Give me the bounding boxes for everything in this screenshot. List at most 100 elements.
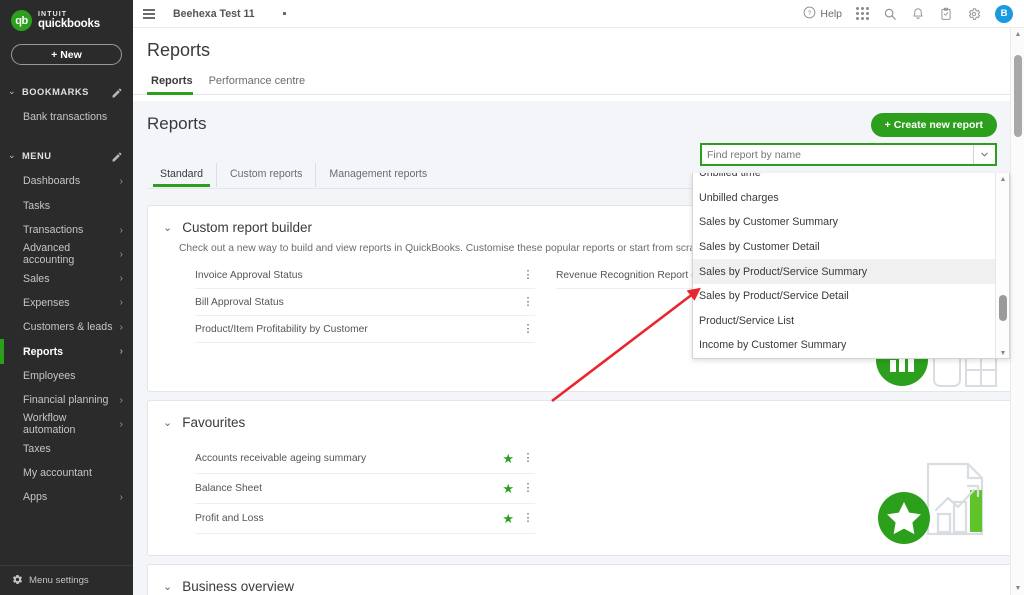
avatar[interactable]: B (995, 4, 1013, 23)
sidebar-item-expenses[interactable]: Expenses › (0, 291, 133, 315)
tab-custom-reports[interactable]: Custom reports (217, 163, 317, 187)
table-row[interactable]: Profit and Loss ★ ⋮ (195, 504, 535, 534)
tab-standard[interactable]: Standard (147, 163, 217, 187)
chevron-down-icon[interactable]: ⌄ (163, 221, 172, 234)
edit-pencil-icon[interactable] (111, 86, 123, 98)
table-row[interactable]: Invoice Approval Status ⋮ (195, 262, 535, 289)
report-name: Bill Approval Status (195, 296, 284, 308)
sidebar-item-transactions[interactable]: Transactions › (0, 218, 133, 242)
report-name: Product/Item Profitability by Customer (195, 323, 368, 335)
sidebar-item-label: Bank transactions (23, 111, 108, 124)
bell-icon[interactable] (911, 7, 925, 21)
row-menu-icon[interactable]: ⋮ (521, 513, 535, 524)
table-row[interactable]: Bill Approval Status ⋮ (195, 289, 535, 316)
dropdown-option-product-service-list[interactable]: Product/Service List (693, 309, 996, 334)
search-icon[interactable] (883, 7, 897, 21)
sidebar-item-customers-and-leads[interactable]: Customers & leads › (0, 315, 133, 339)
chevron-down-icon[interactable]: ⌄ (163, 580, 172, 593)
dropdown-option-unbilled-time[interactable]: Unbilled time (693, 173, 996, 186)
intuit-wordmark: INTUIT (38, 10, 68, 18)
sidebar-item-reports[interactable]: Reports › (0, 339, 133, 364)
option-label: Sales by Customer Summary (699, 216, 838, 229)
tab-reports[interactable]: Reports (147, 75, 205, 95)
sidebar-item-sales[interactable]: Sales › (0, 266, 133, 290)
menu-settings-button[interactable]: Menu settings (0, 565, 133, 595)
sidebar-item-advanced-accounting[interactable]: Advanced accounting › (0, 242, 133, 266)
favourites-list: Accounts receivable ageing summary ★ ⋮ B… (148, 430, 1012, 534)
page-scrollbar[interactable]: ▲ ▼ (1010, 28, 1024, 595)
chevron-down-icon[interactable] (973, 145, 995, 164)
favourites-header: ⌄ Favourites (148, 401, 1012, 430)
help-icon: ? (803, 6, 816, 22)
gear-icon[interactable] (967, 7, 981, 21)
scroll-up-icon[interactable]: ▲ (996, 173, 1009, 185)
tab-label: Performance centre (208, 75, 306, 87)
bookmarks-section-header[interactable]: ⌄ BOOKMARKS (0, 78, 133, 105)
chevron-right-icon: › (119, 418, 123, 430)
sidebar-item-dashboards[interactable]: Dashboards › (0, 169, 133, 193)
sidebar-item-taxes[interactable]: Taxes (0, 437, 133, 461)
dropdown-options-list: Unbilled time Unbilled charges Sales by … (693, 173, 996, 358)
star-icon[interactable]: ★ (502, 451, 514, 467)
create-new-report-button[interactable]: + Create new report (870, 113, 997, 137)
hamburger-icon[interactable] (143, 8, 159, 19)
sidebar-item-label: Sales (23, 272, 50, 285)
help-button[interactable]: ? Help (803, 6, 842, 22)
chevron-right-icon: › (119, 321, 123, 333)
find-report-combobox[interactable] (700, 143, 997, 166)
option-label: Unbilled time (699, 173, 761, 180)
tab-management-reports[interactable]: Management reports (316, 163, 440, 187)
dropdown-option-sales-by-customer-detail[interactable]: Sales by Customer Detail (693, 235, 996, 260)
table-row[interactable]: Balance Sheet ★ ⋮ (195, 474, 535, 504)
scroll-down-icon[interactable]: ▼ (996, 347, 1009, 358)
dropdown-option-income-by-customer-summary[interactable]: Income by Customer Summary (693, 333, 996, 358)
star-icon[interactable]: ★ (502, 481, 514, 497)
table-row[interactable]: Product/Item Profitability by Customer ⋮ (195, 316, 535, 343)
favourites-card: ⌄ Favourites Accounts receivable ageing … (147, 400, 1013, 556)
edit-pencil-icon[interactable] (111, 150, 123, 162)
sidebar-item-label: Customers & leads (23, 321, 113, 334)
row-menu-icon[interactable]: ⋮ (521, 269, 535, 281)
dropdown-option-unbilled-charges[interactable]: Unbilled charges (693, 186, 996, 211)
sidebar-item-bank-transactions[interactable]: Bank transactions (0, 105, 133, 129)
table-row[interactable]: Accounts receivable ageing summary ★ ⋮ (195, 444, 535, 474)
star-icon[interactable]: ★ (502, 511, 514, 527)
page-title: Reports (147, 40, 211, 60)
report-name: Balance Sheet (195, 483, 262, 494)
new-button[interactable]: + New (11, 44, 122, 65)
option-label: Sales by Product/Service Summary (699, 265, 868, 278)
row-menu-icon[interactable]: ⋮ (521, 323, 535, 335)
menu-section-header[interactable]: ⌄ MENU (0, 142, 133, 169)
dropdown-scrollbar[interactable]: ▲ ▼ (995, 173, 1009, 358)
sidebar-item-my-accountant[interactable]: My accountant (0, 461, 133, 485)
tab-label: Reports (151, 75, 193, 87)
report-category-tabs: Standard Custom reports Management repor… (147, 163, 440, 187)
chevron-right-icon: › (119, 273, 123, 285)
dropdown-option-sales-by-product-service-detail[interactable]: Sales by Product/Service Detail (693, 284, 996, 309)
scroll-down-icon[interactable]: ▼ (1011, 582, 1024, 595)
dropdown-option-sales-by-customer-summary[interactable]: Sales by Customer Summary (693, 210, 996, 235)
sidebar-item-apps[interactable]: Apps › (0, 485, 133, 509)
search-input[interactable] (702, 145, 973, 164)
chevron-right-icon: › (119, 248, 123, 260)
option-label: Unbilled charges (699, 191, 779, 204)
row-menu-icon[interactable]: ⋮ (521, 483, 535, 494)
page-tabs: Reports Performance centre (133, 75, 1024, 95)
chevron-down-icon[interactable]: ⌄ (163, 416, 172, 429)
clipboard-icon[interactable] (939, 7, 953, 21)
scrollbar-thumb[interactable] (999, 295, 1007, 321)
scrollbar-thumb[interactable] (1014, 55, 1022, 137)
row-menu-icon[interactable]: ⋮ (521, 453, 535, 464)
svg-text:?: ? (808, 9, 812, 16)
scroll-up-icon[interactable]: ▲ (1011, 28, 1024, 41)
sidebar-item-employees[interactable]: Employees (0, 364, 133, 388)
tab-label: Standard (160, 168, 203, 180)
sidebar-item-financial-planning[interactable]: Financial planning › (0, 388, 133, 412)
row-menu-icon[interactable]: ⋮ (521, 296, 535, 308)
grid-apps-icon[interactable] (856, 7, 869, 20)
sidebar-item-tasks[interactable]: Tasks (0, 194, 133, 218)
tab-performance-centre[interactable]: Performance centre (205, 75, 318, 94)
dropdown-option-sales-by-product-service-summary[interactable]: Sales by Product/Service Summary (693, 259, 996, 284)
sidebar-item-label: Expenses (23, 296, 70, 309)
sidebar-item-workflow-automation[interactable]: Workflow automation › (0, 412, 133, 436)
